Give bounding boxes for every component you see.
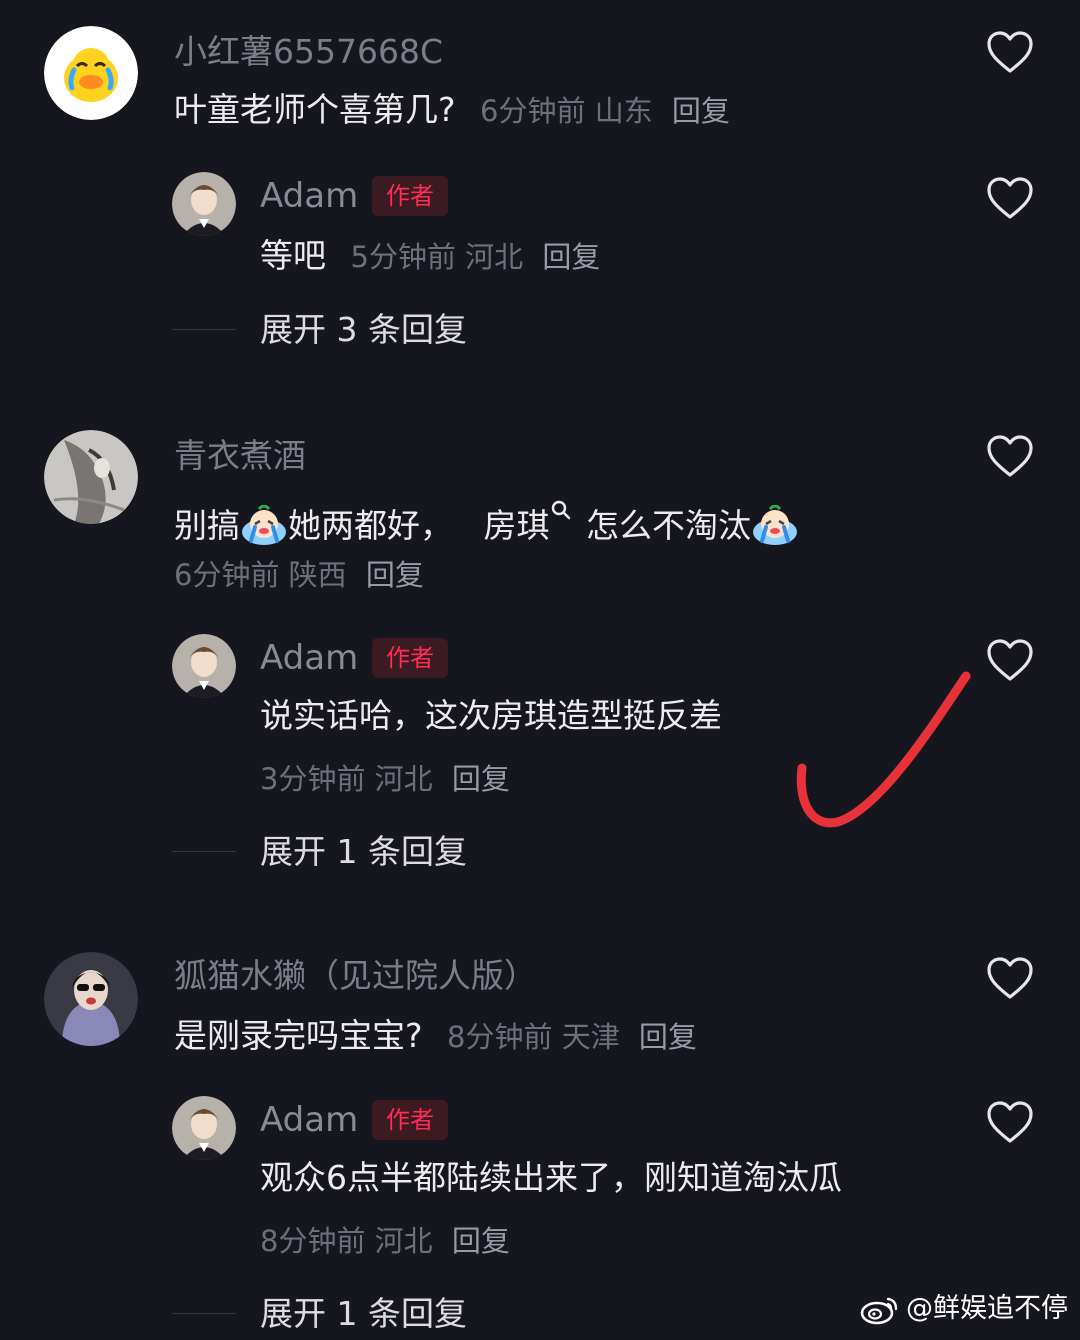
- comment-username[interactable]: 青衣煮酒: [174, 436, 306, 476]
- heart-outline-icon[interactable]: [986, 176, 1034, 220]
- expand-replies-label[interactable]: 展开 1 条回复: [260, 1292, 467, 1336]
- reply-text: 观众6点半都陆续出来了，刚知道淘汰瓜: [260, 1158, 842, 1197]
- reply-meta: 8分钟前 河北 回复: [260, 1224, 510, 1258]
- avatar[interactable]: [44, 26, 138, 120]
- expand-replies-label[interactable]: 展开 1 条回复: [260, 830, 467, 874]
- comment-meta: 6分钟前 山东 回复: [480, 94, 730, 128]
- search-keyword[interactable]: 房琪: [484, 500, 572, 545]
- crying-emoji-icon: [241, 505, 287, 545]
- reply-location: 河北: [374, 1224, 433, 1258]
- reply-button[interactable]: 回复: [452, 762, 510, 796]
- divider-line: [172, 1313, 236, 1314]
- heart-outline-icon[interactable]: [986, 434, 1034, 478]
- comment-time: 8分钟前: [447, 1020, 553, 1054]
- reply-text-row: 等吧 5分钟前 河北 回复: [260, 234, 600, 279]
- reply-username[interactable]: Adam: [260, 638, 358, 678]
- author-badge: 作者: [372, 1100, 448, 1140]
- divider-line: [172, 851, 236, 852]
- avatar[interactable]: [172, 634, 236, 698]
- comment-time: 6分钟前: [174, 558, 280, 592]
- reply-meta-row: 3分钟前 河北 回复: [260, 756, 510, 801]
- reply-meta: 3分钟前 河北 回复: [260, 762, 510, 796]
- reply-location: 河北: [465, 240, 524, 274]
- reply-username[interactable]: Adam: [260, 1100, 358, 1140]
- reply-location: 河北: [374, 762, 433, 796]
- author-badge: 作者: [372, 638, 448, 678]
- reply-button[interactable]: 回复: [672, 94, 730, 128]
- reply-time: 5分钟前: [350, 240, 456, 274]
- avatar[interactable]: [44, 430, 138, 524]
- search-keyword-text[interactable]: 房琪: [484, 506, 550, 545]
- reply-text: 说实话哈，这次房琪造型挺反差: [260, 696, 722, 735]
- reply-button[interactable]: 回复: [366, 558, 424, 592]
- comment-location: 天津: [561, 1020, 620, 1054]
- comment-location: 陕西: [288, 558, 347, 592]
- comment-text: 她两都好，: [288, 506, 453, 545]
- avatar[interactable]: [172, 1096, 236, 1160]
- crying-emoji-icon: [752, 505, 798, 545]
- comment-meta: 8分钟前 天津 回复: [447, 1020, 697, 1054]
- comment-text: 是刚录完吗宝宝?: [174, 1016, 423, 1055]
- comment-username[interactable]: 小红薯6557668C: [174, 32, 443, 72]
- expand-replies-label[interactable]: 展开 3 条回复: [260, 308, 467, 352]
- comment-location: 山东: [594, 94, 653, 128]
- comment-text: 怎么不淘汰: [586, 506, 751, 545]
- avatar[interactable]: [172, 172, 236, 236]
- comment-text-row: 别搞 她两都好， 房琪 怎么不淘汰: [174, 492, 799, 548]
- reply-username[interactable]: Adam: [260, 176, 358, 216]
- comment-text: 别搞: [174, 506, 240, 545]
- reply-time: 8分钟前: [260, 1224, 366, 1258]
- weibo-logo-icon: [860, 1297, 898, 1325]
- comment-meta-row: 6分钟前 陕西 回复: [174, 552, 424, 597]
- search-icon[interactable]: [550, 492, 572, 520]
- heart-outline-icon[interactable]: [986, 638, 1034, 682]
- heart-outline-icon[interactable]: [986, 30, 1034, 74]
- comment-time: 6分钟前: [480, 94, 586, 128]
- author-badge: 作者: [372, 176, 448, 216]
- red-checkmark-annotation: [790, 660, 980, 840]
- reply-meta-row: 8分钟前 河北 回复: [260, 1218, 510, 1263]
- avatar[interactable]: [44, 952, 138, 1046]
- heart-outline-icon[interactable]: [986, 956, 1034, 1000]
- comment-text-row: 叶童老师个喜第几? 6分钟前 山东 回复: [174, 88, 730, 133]
- comment-text-row: 是刚录完吗宝宝? 8分钟前 天津 回复: [174, 1014, 697, 1059]
- comment-text: 叶童老师个喜第几?: [174, 90, 456, 129]
- comment-meta: 6分钟前 陕西 回复: [174, 558, 424, 592]
- reply-meta: 5分钟前 河北 回复: [351, 240, 601, 274]
- divider-line: [172, 329, 236, 330]
- reply-text: 等吧: [260, 236, 326, 275]
- reply-button[interactable]: 回复: [542, 240, 600, 274]
- comment-username[interactable]: 狐猫水獭（见过院人版）: [174, 956, 537, 996]
- heart-outline-icon[interactable]: [986, 1100, 1034, 1144]
- reply-button[interactable]: 回复: [452, 1224, 510, 1258]
- reply-time: 3分钟前: [260, 762, 366, 796]
- watermark: @鲜娱追不停: [860, 1292, 1068, 1326]
- reply-button[interactable]: 回复: [639, 1020, 697, 1054]
- watermark-text: @鲜娱追不停: [906, 1293, 1068, 1324]
